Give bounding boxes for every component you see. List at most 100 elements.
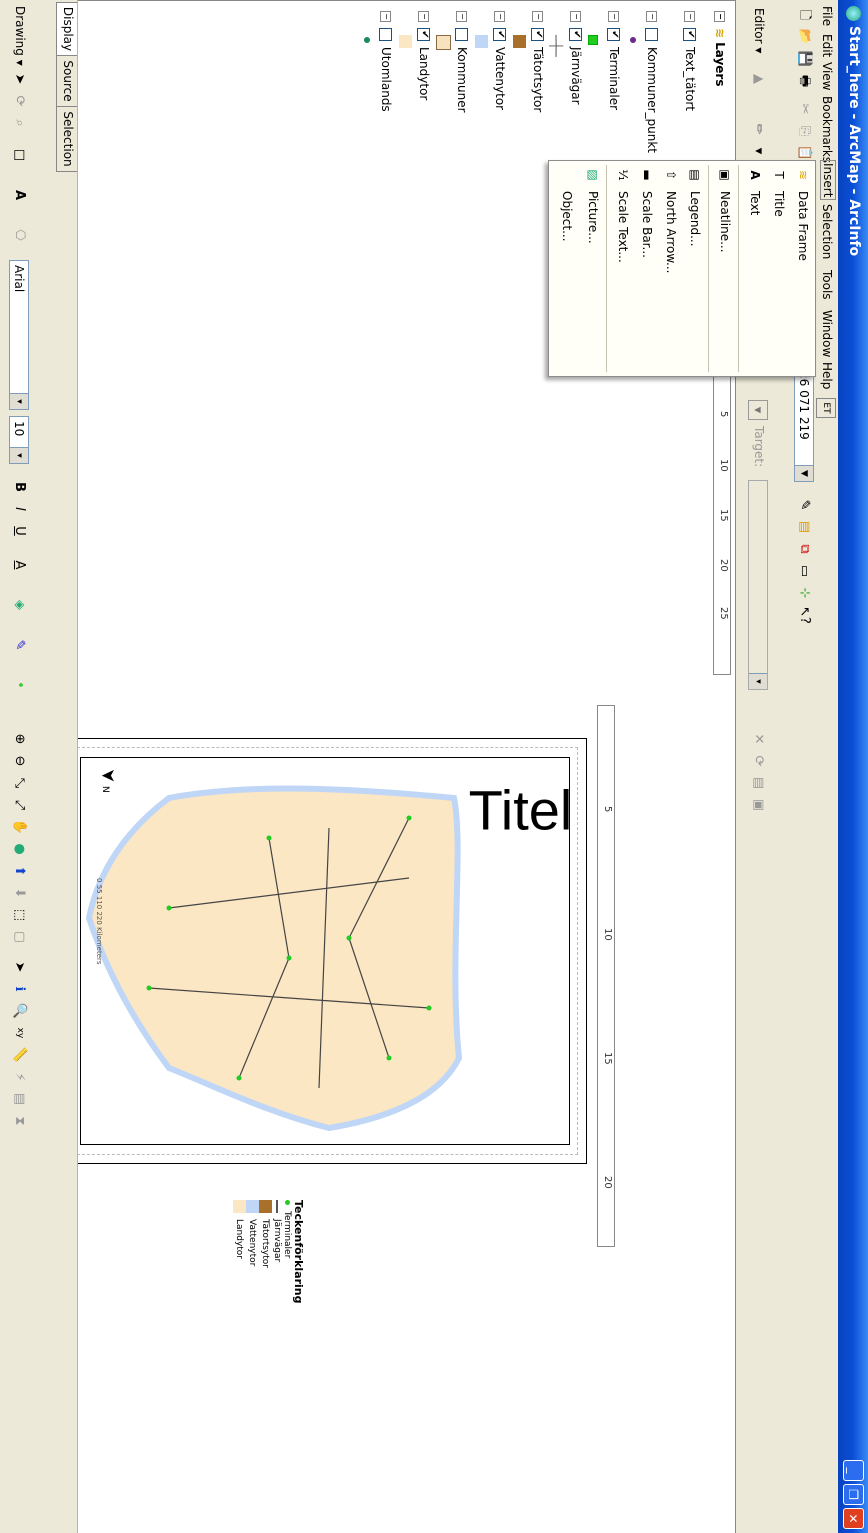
close-button[interactable]: ✕ [843, 1508, 864, 1529]
hyperlink-icon[interactable]: ⚡ [11, 1068, 29, 1086]
menu-bookmarks[interactable]: Bookmarks [820, 96, 834, 163]
layer-checkbox[interactable] [455, 28, 468, 41]
toc-layer-kommuner[interactable]: −Kommuner [455, 11, 469, 113]
task-dropdown-icon[interactable]: ▾ [748, 400, 768, 420]
rotate-element-icon[interactable]: ⟳ [11, 92, 29, 110]
measure-icon[interactable]: 📏 [11, 1046, 29, 1064]
clear-selection-icon[interactable]: ▢ [11, 928, 29, 946]
font-color-icon[interactable]: A [11, 556, 29, 574]
model-builder-icon[interactable]: ⊹ [796, 584, 814, 602]
rotate-icon[interactable]: ⟳ [750, 752, 768, 770]
chevron-down-icon[interactable]: ▼ [795, 465, 813, 481]
find-icon[interactable]: 🔍 [11, 1002, 29, 1020]
layer-checkbox[interactable] [645, 28, 658, 41]
line-color-icon[interactable]: ✎ [11, 636, 29, 654]
underline-icon[interactable]: U [11, 522, 29, 540]
extension-icon[interactable]: ET [816, 398, 836, 418]
save-icon[interactable]: 💾 [796, 50, 814, 68]
forward-icon[interactable]: ⬇ [11, 884, 29, 902]
catalog-icon[interactable]: ▤ [796, 518, 814, 536]
target-combo[interactable]: ▾ [748, 480, 768, 690]
toc-layer-tatortsytor[interactable]: −✔Tätortsytor [531, 11, 545, 112]
zoom-out-icon[interactable]: ⊖ [11, 752, 29, 770]
print-icon[interactable]: 🖶 [796, 72, 814, 90]
toc-layer-terminaler[interactable]: −✔Terminaler [607, 11, 621, 110]
layer-checkbox[interactable]: ✔ [417, 28, 430, 41]
rectangle-icon[interactable]: □ [11, 146, 29, 164]
toc-layer-utomlands[interactable]: −Utomlands [379, 11, 393, 112]
layer-checkbox[interactable] [379, 28, 392, 41]
chevron-down-icon[interactable]: ▾ [10, 393, 28, 409]
menu-item-text[interactable]: A Text [743, 161, 765, 376]
toc-layer-vattenytor[interactable]: −✔Vattenytor [493, 11, 507, 110]
collapse-icon[interactable]: − [714, 11, 725, 22]
new-document-icon[interactable]: 🗋 [796, 6, 814, 24]
select-pointer-icon[interactable]: ➤ [11, 958, 29, 976]
select-elements-icon[interactable]: ➤ [11, 70, 29, 88]
chevron-down-icon[interactable]: ▾ [10, 447, 28, 463]
tab-source[interactable]: Source [56, 55, 77, 107]
fixed-zoom-out-icon[interactable]: ⤢ [11, 796, 29, 814]
menu-edit[interactable]: Edit [820, 34, 834, 57]
cut-icon[interactable]: ✂ [796, 100, 814, 118]
identify-icon[interactable]: ℹ [11, 980, 29, 998]
menu-item-neatline[interactable]: ▣ Neatline... [713, 161, 735, 376]
menu-item-scale-text[interactable]: ¹⁄₁ Scale Text... [611, 161, 633, 376]
toc-root-layers[interactable]: − ≋ Layers [713, 11, 727, 86]
map-frame[interactable]: Titel ➤ N 0 55 110 220 Kilometers [80, 757, 573, 1145]
menu-window[interactable]: Window [820, 310, 834, 357]
toc-layer-jarnvagar[interactable]: −✔Järnvägar [569, 11, 583, 105]
callout-icon[interactable]: ⎔ [11, 226, 29, 244]
scale-bar[interactable]: 0 55 110 220 Kilometers [95, 878, 103, 965]
attributes-icon[interactable]: ▤ [750, 774, 768, 792]
font-size-combo[interactable]: 10 ▾ [9, 416, 29, 464]
split-icon[interactable]: ✕ [750, 730, 768, 748]
layout-title[interactable]: Titel [469, 777, 573, 842]
toc-layer-text-tatort[interactable]: −✔Text_tätort [683, 11, 697, 111]
menu-item-legend[interactable]: ▤ Legend... [683, 161, 705, 376]
marker-color-icon[interactable]: • [11, 676, 29, 694]
zoom-in-icon[interactable]: ⊕ [11, 730, 29, 748]
editor-toolbar-icon[interactable]: ✎ [796, 496, 814, 514]
tab-display[interactable]: Display [56, 2, 77, 56]
menu-item-title[interactable]: T Title [767, 161, 789, 376]
toc-layer-kommuner-punkt[interactable]: −Kommuner_punkt [645, 11, 659, 153]
menu-item-picture[interactable]: ▨ Picture... [581, 161, 603, 376]
chevron-down-icon[interactable]: ▾ [749, 673, 767, 689]
drawing-menu[interactable]: Drawing ▾ [13, 6, 27, 66]
menu-item-north-arrow[interactable]: ⇧ North Arrow... [659, 161, 681, 376]
sketch-tool-icon[interactable]: ✏ [750, 120, 768, 138]
toolbox-icon[interactable]: ⧉ [796, 540, 814, 558]
menu-file[interactable]: File [820, 6, 834, 26]
map-graphic[interactable] [81, 758, 469, 1144]
layer-checkbox[interactable]: ✔ [683, 28, 696, 41]
restore-button[interactable]: ❐ [843, 1484, 864, 1505]
layout-legend[interactable]: Teckenförklaring Terminaler Järnvägar Tä… [233, 1200, 305, 1380]
zoom-whole-page-icon[interactable]: ⌕ [11, 114, 29, 132]
sketch-dropdown-icon[interactable]: ▾ [750, 142, 768, 160]
menu-insert[interactable]: Insert [820, 160, 836, 201]
bold-icon[interactable]: B [11, 478, 29, 496]
toc-layer-landytor[interactable]: −✔Landytor [417, 11, 431, 100]
tab-selection[interactable]: Selection [56, 106, 77, 172]
full-extent-icon[interactable]: ● [11, 840, 29, 858]
menu-view[interactable]: View [820, 62, 834, 90]
layer-checkbox[interactable]: ✔ [607, 28, 620, 41]
whats-this-icon[interactable]: ↖? [796, 606, 814, 624]
command-line-icon[interactable]: ▭ [796, 562, 814, 580]
editor-menu[interactable]: Editor ▾ [752, 8, 766, 53]
italic-icon[interactable]: I [11, 500, 29, 518]
menu-item-object[interactable]: Object... [555, 161, 577, 376]
back-icon[interactable]: ⬆ [11, 862, 29, 880]
copy-icon[interactable]: ⎘ [796, 122, 814, 140]
north-arrow[interactable]: ➤ N [98, 765, 119, 793]
time-slider-icon[interactable]: ⧗ [11, 1112, 29, 1130]
menu-tools[interactable]: Tools [820, 270, 834, 300]
menu-item-data-frame[interactable]: ≋ Data Frame [791, 161, 813, 376]
menu-item-scale-bar[interactable]: ▬ Scale Bar... [635, 161, 657, 376]
new-text-icon[interactable]: A [11, 186, 29, 204]
layer-checkbox[interactable]: ✔ [569, 28, 582, 41]
edit-tool-icon[interactable]: ▲ [750, 70, 768, 88]
select-features-icon[interactable]: ⬚ [11, 906, 29, 924]
fill-color-icon[interactable]: ◈ [11, 596, 29, 614]
